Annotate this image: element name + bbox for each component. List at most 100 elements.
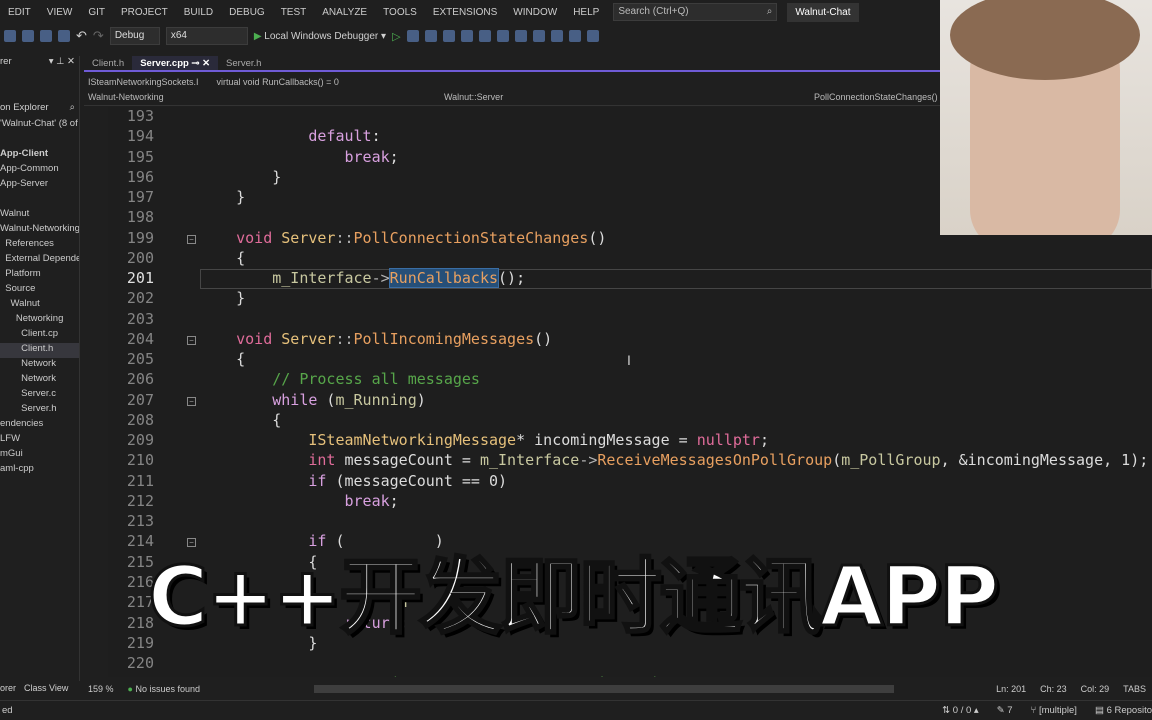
tree-item[interactable]: Client.cp: [0, 328, 79, 343]
tool-icon[interactable]: [532, 30, 545, 42]
tree-item[interactable]: App-Server: [0, 178, 79, 193]
code-token: void: [236, 228, 273, 247]
menu-tools[interactable]: TOOLS: [375, 7, 425, 18]
tree-item[interactable]: [0, 193, 79, 208]
tree-item[interactable]: 'Walnut-Chat' (8 of: [0, 118, 79, 133]
code-line: {: [200, 350, 245, 368]
tree-item[interactable]: Networking: [0, 313, 79, 328]
menu-extensions[interactable]: EXTENSIONS: [425, 7, 505, 18]
code-token: ();: [498, 269, 526, 288]
tab-server-cpp[interactable]: Server.cpp ⊸ ✕: [132, 56, 219, 70]
code-token: :: [371, 127, 381, 146]
open-icon[interactable]: [22, 30, 34, 42]
tool-icon[interactable]: [460, 30, 473, 42]
save-all-icon[interactable]: [58, 30, 70, 42]
tree-item[interactable]: Network: [0, 358, 79, 373]
menu-window[interactable]: WINDOW: [505, 7, 565, 18]
tree-item[interactable]: Walnut: [0, 298, 79, 313]
redo-icon[interactable]: ↷: [93, 28, 104, 44]
tree-item[interactable]: References: [0, 238, 79, 253]
code-token: break: [344, 147, 390, 166]
class-dropdown[interactable]: Walnut::Server: [444, 92, 503, 102]
branch-indicator[interactable]: ⑂ [multiple]: [1031, 705, 1077, 716]
tree-item[interactable]: aml-cpp: [0, 463, 79, 478]
pin-icon[interactable]: ⊸: [191, 58, 199, 69]
menu-debug[interactable]: DEBUG: [221, 7, 273, 18]
tree-item[interactable]: App-Client: [0, 148, 79, 163]
tree-item[interactable]: Server.c: [0, 388, 79, 403]
tool-icon[interactable]: [478, 30, 491, 42]
menu-build[interactable]: BUILD: [176, 7, 221, 18]
platform-select[interactable]: x64: [165, 27, 248, 45]
tree-item[interactable]: Source: [0, 283, 79, 298]
scope-dropdown[interactable]: ISteamNetworkingSockets.I: [88, 77, 199, 87]
tree-item[interactable]: LFW: [0, 433, 79, 448]
menu-test[interactable]: TEST: [273, 7, 315, 18]
save-icon[interactable]: [40, 30, 52, 42]
code-token: break: [344, 491, 390, 510]
tool-icon[interactable]: [496, 30, 509, 42]
tree-item[interactable]: endencies: [0, 418, 79, 433]
git-changes[interactable]: ⇅ 0 / 0 ▴: [942, 705, 979, 716]
zoom-level[interactable]: 159 %: [88, 684, 114, 694]
menu-project[interactable]: PROJECT: [113, 7, 176, 18]
tool-icon[interactable]: [406, 30, 419, 42]
edits-indicator[interactable]: ✎ 7: [997, 705, 1013, 716]
code-token: ): [416, 390, 426, 409]
tool-icon[interactable]: [550, 30, 563, 42]
tab-class-view[interactable]: Class View: [24, 683, 68, 693]
tree-item[interactable]: Platform: [0, 268, 79, 283]
tab-server-h[interactable]: Server.h: [218, 56, 269, 70]
search-icon: ⌕: [766, 6, 773, 17]
bookmark-icon[interactable]: [586, 30, 599, 42]
line-number: 196: [126, 167, 154, 186]
tree-item[interactable]: Server.h: [0, 403, 79, 418]
menu-edit[interactable]: EDIT: [0, 7, 39, 18]
tree-item[interactable]: mGui: [0, 448, 79, 463]
undo-icon[interactable]: ↶: [76, 28, 87, 44]
tree-item[interactable]: [0, 133, 79, 148]
member-dropdown[interactable]: virtual void RunCallbacks() = 0: [217, 77, 339, 87]
indent-mode[interactable]: TABS: [1123, 684, 1146, 694]
menu-view[interactable]: VIEW: [39, 7, 81, 18]
function-dropdown[interactable]: PollConnectionStateChanges(): [814, 92, 938, 102]
collapse-icon[interactable]: −: [187, 396, 196, 406]
tree-item[interactable]: App-Common: [0, 163, 79, 178]
tree-item[interactable]: Walnut-Networking: [0, 223, 79, 238]
new-project-icon[interactable]: [4, 30, 16, 42]
close-icon[interactable]: ▾ ⊥ ✕: [49, 56, 75, 72]
menu-bar: EDIT VIEW GIT PROJECT BUILD DEBUG TEST ANALYZE T…: [0, 0, 940, 24]
code-token: PollConnectionStateChanges: [353, 228, 589, 247]
tree-item[interactable]: External Depender: [0, 253, 79, 268]
tree-item[interactable]: Network: [0, 373, 79, 388]
search-icon[interactable]: ⌕: [70, 102, 75, 118]
menu-help[interactable]: HELP: [565, 7, 607, 18]
menu-git[interactable]: GIT: [80, 7, 113, 18]
issues-status[interactable]: ● No issues found: [128, 684, 201, 694]
repositories-indicator[interactable]: ▤ 6 Reposito: [1095, 705, 1152, 716]
code-token: m_Running: [335, 390, 417, 409]
tree-item[interactable]: Walnut: [0, 208, 79, 223]
start-without-debugging-icon[interactable]: ▷: [392, 30, 400, 43]
horizontal-scrollbar[interactable]: [314, 685, 895, 693]
collapse-icon[interactable]: −: [187, 335, 196, 345]
tree-item[interactable]: Client.h: [0, 343, 79, 358]
code-token: // Process all messages: [272, 370, 480, 389]
search-input[interactable]: Search (Ctrl+Q) ⌕: [613, 3, 778, 21]
project-dropdown[interactable]: Walnut-Networking: [88, 92, 164, 102]
collapse-icon[interactable]: −: [187, 234, 196, 244]
tool-icon[interactable]: [568, 30, 581, 42]
line-number: 205: [126, 350, 154, 369]
menu-analyze[interactable]: ANALYZE: [314, 7, 375, 18]
tool-icon[interactable]: [424, 30, 437, 42]
tool-icon[interactable]: [442, 30, 455, 42]
start-debugger-button[interactable]: ▶ Local Windows Debugger ▾: [254, 31, 386, 42]
close-icon[interactable]: ✕: [202, 58, 210, 69]
line-number: 220: [126, 654, 154, 673]
config-select[interactable]: Debug: [109, 27, 160, 45]
tool-icon[interactable]: [514, 30, 527, 42]
solution-explorer: rer ▾ ⊥ ✕ on Explorer ⌕ 'Walnut-Chat' (8 o…: [0, 56, 80, 681]
tab-client-h[interactable]: Client.h: [84, 56, 132, 70]
tab-solution-explorer[interactable]: orer: [0, 683, 16, 693]
